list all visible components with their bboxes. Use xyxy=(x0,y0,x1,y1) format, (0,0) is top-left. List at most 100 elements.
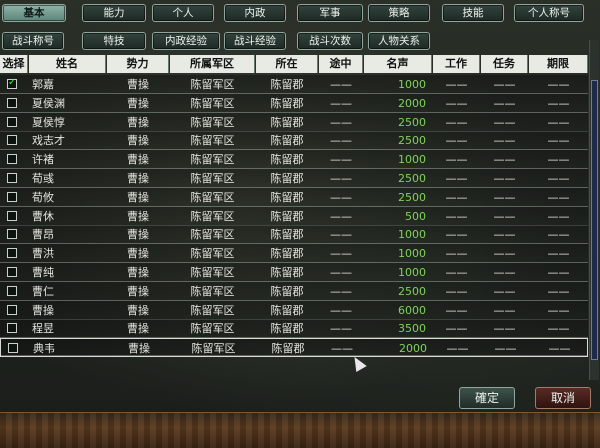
empty-dash: —— xyxy=(330,247,352,261)
officer-name: 夏侯惇 xyxy=(32,115,65,129)
officer-name: 夏侯渊 xyxy=(32,96,65,110)
table-row[interactable]: 曹昂 曹操 陈留军区 陈留郡 1000 —— —— —— —— xyxy=(0,225,588,245)
officer-location: 陈留郡 xyxy=(270,322,304,336)
cancel-button[interactable]: 取消 xyxy=(535,387,591,409)
officer-location: 陈留郡 xyxy=(270,96,304,110)
officer-location: 陈留郡 xyxy=(270,266,304,279)
officer-region: 陈留军区 xyxy=(190,153,235,167)
row-checkbox[interactable] xyxy=(7,135,17,146)
table-row[interactable]: 曹洪 曹操 陈留军区 陈留郡 1000 —— —— —— —— xyxy=(0,244,588,264)
officer-fame: 2500 xyxy=(398,134,426,148)
row-checkbox[interactable] xyxy=(7,267,17,277)
column-header[interactable]: 名声 xyxy=(364,55,432,73)
table-row[interactable]: 典韦 曹操 陈留军区 陈留郡 2000 —— —— —— —— xyxy=(0,338,588,358)
empty-dash: —— xyxy=(493,228,516,242)
empty-dash: —— xyxy=(330,96,352,110)
empty-dash: —— xyxy=(493,190,516,204)
empty-dash: —— xyxy=(493,153,516,167)
table-row[interactable]: 戏志才 曹操 陈留军区 陈留郡 2500 —— —— —— —— xyxy=(0,131,588,151)
officer-name: 曹仁 xyxy=(32,284,54,298)
column-header[interactable]: 姓名 xyxy=(29,55,106,73)
empty-dash: —— xyxy=(547,303,570,317)
column-header[interactable]: 任务 xyxy=(481,55,528,73)
empty-dash: —— xyxy=(445,247,468,261)
tab2-1[interactable]: 战斗称号 xyxy=(2,32,64,50)
tab2-5[interactable]: 战斗次数 xyxy=(297,32,363,50)
table-row[interactable]: 夏侯渊 曹操 陈留军区 陈留郡 2000 —— —— —— —— xyxy=(0,93,588,113)
vertical-scrollbar[interactable] xyxy=(589,40,599,380)
column-header[interactable]: 选择 xyxy=(0,55,28,73)
table-row[interactable]: 曹仁 曹操 陈留军区 陈留郡 2500 —— —— —— —— xyxy=(0,281,588,301)
officer-force: 曹操 xyxy=(127,153,149,167)
row-checkbox[interactable] xyxy=(7,210,17,221)
empty-dash: —— xyxy=(330,228,352,242)
empty-dash: —— xyxy=(547,172,570,185)
officer-fame: 2500 xyxy=(398,115,426,129)
empty-dash: —— xyxy=(445,78,468,91)
tab-8[interactable]: 个人称号 xyxy=(514,4,584,22)
column-header[interactable]: 途中 xyxy=(319,55,363,73)
tab-6[interactable]: 策略 xyxy=(368,4,430,22)
row-checkbox[interactable] xyxy=(7,248,17,259)
empty-dash: —— xyxy=(493,96,516,110)
row-checkbox[interactable] xyxy=(8,343,18,354)
row-checkbox[interactable] xyxy=(7,191,17,202)
officer-force: 曹操 xyxy=(127,228,149,242)
column-header[interactable]: 势力 xyxy=(107,55,169,73)
table-row[interactable]: 曹纯 曹操 陈留军区 陈留郡 1000 —— —— —— —— xyxy=(0,263,588,282)
tab-7[interactable]: 技能 xyxy=(442,4,504,22)
row-checkbox[interactable] xyxy=(7,116,17,127)
tab-2[interactable]: 能力 xyxy=(82,4,146,22)
column-header[interactable]: 所属军区 xyxy=(170,55,255,73)
column-header[interactable]: 所在 xyxy=(256,55,318,73)
row-checkbox[interactable] xyxy=(7,323,17,334)
officer-name: 荀攸 xyxy=(32,190,54,204)
ok-button[interactable]: 確定 xyxy=(459,387,515,409)
row-checkbox[interactable] xyxy=(7,229,17,240)
tab2-4[interactable]: 战斗经验 xyxy=(224,32,286,50)
column-header[interactable]: 工作 xyxy=(433,55,480,73)
table-row[interactable]: 荀攸 曹操 陈留军区 陈留郡 2500 —— —— —— —— xyxy=(0,187,588,207)
table-row[interactable]: 夏侯惇 曹操 陈留军区 陈留郡 2500 —— —— —— —— xyxy=(0,112,588,132)
row-checkbox[interactable] xyxy=(7,285,17,296)
officer-location: 陈留郡 xyxy=(270,247,304,261)
empty-dash: —— xyxy=(330,322,352,336)
empty-dash: —— xyxy=(445,115,468,129)
empty-dash: —— xyxy=(445,303,468,317)
officer-name: 曹洪 xyxy=(32,247,54,261)
officer-location: 陈留郡 xyxy=(270,172,304,185)
tab-3[interactable]: 个人 xyxy=(152,4,214,22)
empty-dash: —— xyxy=(445,134,468,148)
empty-dash: —— xyxy=(330,172,352,185)
tab2-3[interactable]: 内政经验 xyxy=(152,32,220,50)
officer-fame: 3500 xyxy=(398,322,426,336)
officer-region: 陈留军区 xyxy=(190,115,235,129)
table-row[interactable]: 荀彧 曹操 陈留军区 陈留郡 2500 —— —— —— —— xyxy=(0,169,588,188)
officer-region: 陈留军区 xyxy=(190,209,235,223)
empty-dash: —— xyxy=(445,153,468,167)
row-checkbox[interactable] xyxy=(7,77,17,89)
table-row[interactable]: 许褚 曹操 陈留军区 陈留郡 1000 —— —— —— —— xyxy=(0,150,588,170)
table-row[interactable]: 曹休 曹操 陈留军区 陈留郡 500 —— —— —— —— xyxy=(0,206,588,226)
table-row[interactable]: 郭嘉 曹操 陈留军区 陈留郡 1000 —— —— —— —— xyxy=(0,75,588,94)
tab2-6[interactable]: 人物关系 xyxy=(368,32,430,50)
tab-1[interactable]: 基本 xyxy=(2,4,66,22)
officer-force: 曹操 xyxy=(127,284,149,298)
empty-dash: —— xyxy=(547,209,570,223)
tabs-row-1: 基本 能力 个人 内政 军事 策略 技能 个人称号 xyxy=(0,4,600,24)
tab-4[interactable]: 内政 xyxy=(224,4,286,22)
table-row[interactable]: 曹操 曹操 陈留军区 陈留郡 6000 —— —— —— —— xyxy=(0,300,588,320)
row-checkbox[interactable] xyxy=(7,304,17,315)
officer-fame: 2500 xyxy=(398,284,426,298)
officer-force: 曹操 xyxy=(127,96,149,110)
tab2-2[interactable]: 特技 xyxy=(82,32,146,50)
empty-dash: —— xyxy=(330,303,352,317)
table-row[interactable]: 程昱 曹操 陈留军区 陈留郡 3500 —— —— —— —— xyxy=(0,319,588,339)
column-header[interactable]: 期限 xyxy=(529,55,588,73)
row-checkbox[interactable] xyxy=(7,154,17,165)
row-checkbox[interactable] xyxy=(7,97,17,108)
scrollbar-thumb[interactable] xyxy=(591,80,598,360)
empty-dash: —— xyxy=(330,284,352,298)
row-checkbox[interactable] xyxy=(7,173,17,183)
tab-5[interactable]: 军事 xyxy=(297,4,363,22)
